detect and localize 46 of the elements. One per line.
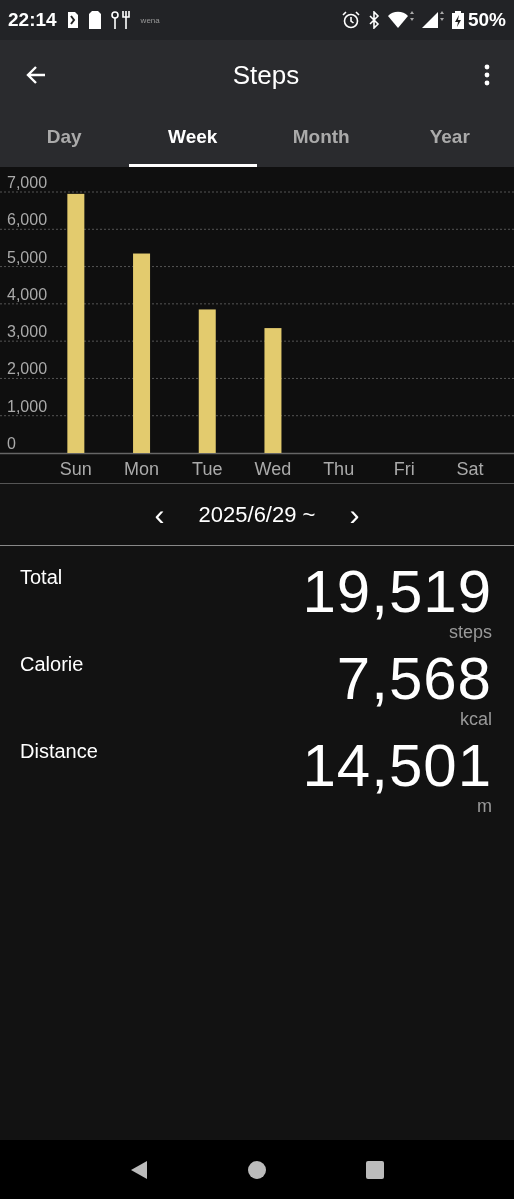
x-axis-label: Wed (254, 459, 292, 479)
y-axis-label: 5,000 (7, 248, 48, 266)
stat-unit: steps (448, 622, 492, 643)
signal-icon (421, 11, 444, 29)
sim-card-icon (66, 12, 79, 28)
date-range: 2025/6/29 ~ (198, 501, 316, 528)
more-options-icon[interactable] (484, 64, 490, 86)
x-axis-label: Fri (393, 459, 415, 479)
stat-unit: m (477, 796, 492, 817)
x-axis-label: Sun (59, 459, 92, 479)
stat-label: Total (20, 566, 63, 589)
y-axis-label: 3,000 (7, 323, 48, 341)
x-axis-label: Mon (124, 459, 160, 479)
app-label: wena (140, 15, 160, 25)
stat-unit: kcal (460, 709, 492, 730)
y-axis-label: 2,000 (7, 360, 48, 378)
x-axis-label: Tue (192, 459, 223, 479)
battery-percentage: 50% (467, 9, 506, 31)
tab[interactable]: Month (257, 110, 386, 167)
back-triangle-icon[interactable] (129, 1159, 149, 1180)
recents-square-icon[interactable] (365, 1159, 385, 1180)
wifi-icon (387, 11, 414, 29)
battery-charging-icon (451, 11, 464, 29)
y-axis-label: 7,000 (7, 174, 48, 191)
y-axis-label: 0 (7, 435, 16, 452)
x-axis-label: Sat (456, 459, 484, 479)
tab[interactable]: Day (0, 110, 129, 167)
stat-label: Distance (20, 740, 98, 763)
previous-button[interactable]: ‹ (148, 499, 171, 530)
stat-value: 7,568 (336, 649, 492, 709)
stat-value: 14,501 (302, 736, 492, 796)
y-axis-label: 1,000 (7, 397, 48, 415)
stat-label: Calorie (20, 653, 84, 676)
y-axis-label: 6,000 (7, 211, 48, 229)
next-button[interactable]: › (343, 499, 366, 530)
home-circle-icon[interactable] (247, 1159, 267, 1180)
utensils-icon (110, 11, 131, 29)
tag-icon (88, 11, 101, 29)
screen-title: Steps (232, 59, 300, 91)
stat-value: 19,519 (302, 562, 492, 622)
y-axis-label: 4,000 (7, 285, 48, 303)
tab[interactable]: Year (385, 110, 514, 167)
clock-time: 22:14 (8, 9, 57, 31)
x-axis-label: Thu (323, 459, 355, 479)
bluetooth-icon (367, 11, 380, 29)
alarm-icon (341, 11, 360, 29)
